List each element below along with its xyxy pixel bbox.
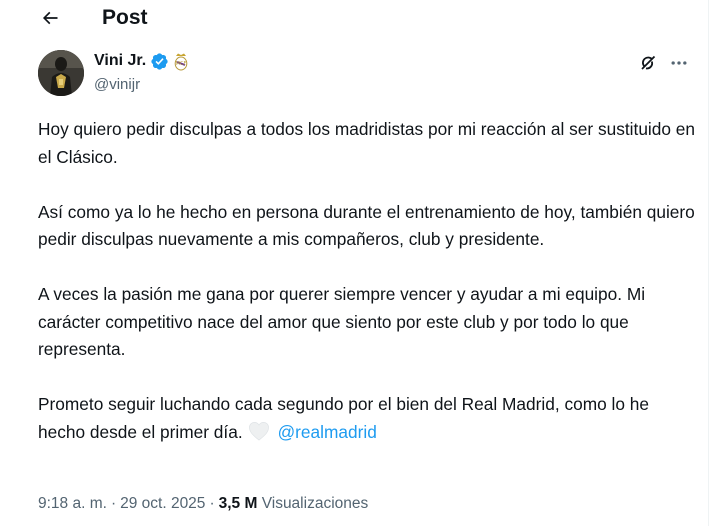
post-detail-page: Post Vini Jr. MCF @vinijr Hoy quiero ped… bbox=[0, 0, 709, 526]
mention-link-realmadrid[interactable]: @realmadrid bbox=[278, 422, 377, 442]
meta-separator: · bbox=[110, 495, 117, 512]
grok-button[interactable] bbox=[638, 53, 658, 73]
post-paragraph-4: Prometo seguir luchando cada segundo por… bbox=[38, 391, 700, 449]
author-name-row: Vini Jr. MCF bbox=[94, 51, 189, 71]
post-time[interactable]: 9:18 a. m. bbox=[38, 495, 107, 512]
post-metadata: 9:18 a. m. · 29 oct. 2025 · 3,5 M Visualizac… bbox=[38, 494, 368, 514]
post-paragraph-2: Así como ya lo he hecho en persona duran… bbox=[38, 201, 695, 250]
page-header: Post bbox=[0, 0, 708, 36]
more-options-button[interactable] bbox=[668, 53, 690, 73]
post-date[interactable]: 29 oct. 2025 bbox=[120, 495, 205, 512]
avatar[interactable] bbox=[38, 50, 84, 96]
author-name[interactable]: Vini Jr. bbox=[94, 51, 146, 71]
real-madrid-badge-icon: MCF bbox=[174, 53, 188, 70]
back-button[interactable] bbox=[38, 6, 62, 30]
verified-badge-icon bbox=[151, 52, 168, 70]
author-handle[interactable]: @vinijr bbox=[94, 75, 140, 95]
post-paragraph-1: Hoy quiero pedir disculpas a todos los m… bbox=[38, 119, 696, 167]
back-arrow-icon bbox=[42, 11, 58, 25]
post-text: Hoy quiero pedir disculpas a todos los m… bbox=[38, 116, 700, 449]
grok-icon bbox=[641, 55, 656, 70]
avatar-image bbox=[38, 50, 84, 96]
views-count: 3,5 M bbox=[218, 495, 258, 512]
meta-separator: · bbox=[209, 495, 215, 512]
more-options-icon bbox=[671, 61, 687, 65]
post-paragraph-3: A veces la pasión me gana por querer sie… bbox=[38, 284, 646, 359]
svg-text:MCF: MCF bbox=[176, 61, 187, 67]
page-title: Post bbox=[102, 6, 148, 29]
white-heart-emoji-icon bbox=[248, 421, 270, 450]
views-label: Visualizaciones bbox=[261, 495, 369, 512]
